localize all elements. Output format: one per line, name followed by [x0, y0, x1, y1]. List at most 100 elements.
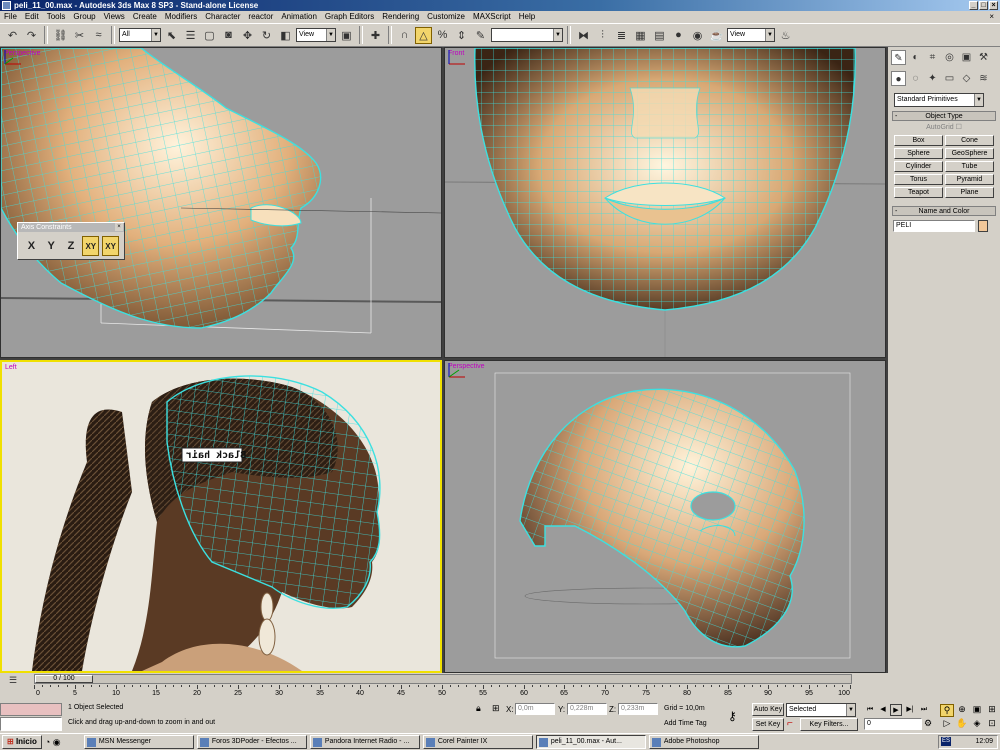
helpers-icon[interactable]: ◇: [959, 71, 974, 86]
lock-selection-icon[interactable]: 🔒︎: [476, 703, 481, 714]
close-icon[interactable]: ×: [115, 223, 123, 231]
mini-curve-editor-icon[interactable]: ☰: [6, 674, 20, 686]
menu-animation[interactable]: Animation: [281, 11, 317, 23]
maxscript-input[interactable]: [0, 717, 62, 731]
utilities-tab-icon[interactable]: ⚒: [976, 50, 991, 65]
object-color-swatch[interactable]: [978, 220, 988, 232]
create-tab-icon[interactable]: ✎: [891, 50, 906, 65]
undo-icon[interactable]: ↶: [4, 27, 21, 44]
reference-coordinate-dropdown[interactable]: View ▼: [296, 28, 336, 42]
task-pandora-radio[interactable]: Pandora Internet Radio - ...: [309, 735, 420, 749]
axis-xy-flyout-button[interactable]: XY: [102, 236, 120, 256]
zoom-all-icon[interactable]: ⊕: [955, 704, 969, 717]
menu-reactor[interactable]: reactor: [248, 11, 273, 23]
field-of-view-icon[interactable]: ▷: [940, 718, 954, 729]
menu-customize[interactable]: Customize: [427, 11, 465, 23]
teapot-button[interactable]: Teapot: [894, 187, 943, 198]
task-corel-painter[interactable]: Corel Painter IX: [422, 735, 533, 749]
primitive-type-dropdown[interactable]: Standard Primitives ▼: [894, 93, 984, 107]
menu-views[interactable]: Views: [104, 11, 125, 23]
menu-group[interactable]: Group: [73, 11, 95, 23]
shapes-icon[interactable]: ◌: [908, 71, 923, 86]
quick-launch-icon[interactable]: ◔ ◉: [45, 737, 61, 747]
percent-snap-icon[interactable]: %: [434, 27, 451, 44]
next-frame-icon[interactable]: ▶|: [904, 704, 916, 716]
maxscript-listener-mini[interactable]: [0, 703, 62, 716]
manipulate-icon[interactable]: ✚: [367, 27, 384, 44]
rectangular-selection-icon[interactable]: ▢: [201, 27, 218, 44]
menu-edit[interactable]: Edit: [25, 11, 39, 23]
play-icon[interactable]: ▶: [890, 704, 902, 716]
cameras-icon[interactable]: ▭: [942, 71, 957, 86]
menu-graph-editors[interactable]: Graph Editors: [325, 11, 374, 23]
zoom-extents-all-icon[interactable]: ⊞: [985, 704, 999, 717]
track-bar[interactable]: 0 5 10 15 20 25 30 35 40 45 50 55 60 65 70 75 80 85 90 95 10…: [34, 685, 852, 701]
task-foros-3dpoder[interactable]: Foros 3DPoder - Efectos ...: [196, 735, 307, 749]
material-editor-icon[interactable]: ●: [670, 27, 687, 44]
schematic-view-icon[interactable]: ▤: [651, 27, 668, 44]
set-key-button[interactable]: Set Key: [752, 718, 784, 731]
arc-rotate-icon[interactable]: ◈: [970, 718, 984, 729]
start-button[interactable]: ⊞ Inicio: [2, 735, 42, 749]
zoom-icon[interactable]: ⚲: [940, 704, 954, 717]
tube-button[interactable]: Tube: [945, 161, 994, 172]
task-photoshop[interactable]: Adobe Photoshop: [648, 735, 759, 749]
set-key-filter-icon[interactable]: ⌐: [787, 718, 793, 729]
auto-key-button[interactable]: Auto Key: [752, 703, 784, 716]
torus-button[interactable]: Torus: [894, 174, 943, 185]
redo-icon[interactable]: ↷: [23, 27, 40, 44]
menu-maxscript[interactable]: MAXScript: [473, 11, 511, 23]
render-type-dropdown[interactable]: View ▼: [727, 28, 775, 42]
menu-tools[interactable]: Tools: [47, 11, 66, 23]
axis-constraints-header[interactable]: Axis Constraints ×: [18, 223, 124, 232]
axis-constraints-toolbar[interactable]: Axis Constraints × X Y Z XY XY: [17, 222, 125, 260]
viewport-perspective-top-left[interactable]: Perspective: [0, 47, 442, 358]
select-object-icon[interactable]: ⬉: [163, 27, 180, 44]
snaps-toggle-icon[interactable]: ∩: [396, 27, 413, 44]
modify-tab-icon[interactable]: ◐: [908, 50, 923, 65]
pyramid-button[interactable]: Pyramid: [945, 174, 994, 185]
current-frame-field[interactable]: 0: [864, 718, 922, 730]
geosphere-button[interactable]: GeoSphere: [945, 148, 994, 159]
y-coordinate-field[interactable]: 0,228m: [567, 703, 607, 715]
menu-help[interactable]: Help: [519, 11, 535, 23]
minimize-button[interactable]: _: [969, 1, 978, 10]
unlink-icon[interactable]: ✂: [71, 27, 88, 44]
key-mode-dropdown[interactable]: Selected ▼: [786, 703, 856, 717]
menu-create[interactable]: Create: [133, 11, 157, 23]
viewport-front[interactable]: Front: [444, 47, 886, 358]
curve-editor-icon[interactable]: ▦: [632, 27, 649, 44]
teapot-render-icon[interactable]: ♨: [777, 27, 794, 44]
select-rotate-icon[interactable]: ↻: [258, 27, 275, 44]
select-move-icon[interactable]: ✥: [239, 27, 256, 44]
window-crossing-icon[interactable]: ◙: [220, 27, 237, 44]
bind-space-warp-icon[interactable]: ≈: [90, 27, 107, 44]
task-msn-messenger[interactable]: MSN Messenger: [83, 735, 194, 749]
zoom-extents-icon[interactable]: ▣: [970, 704, 984, 717]
menu-modifiers[interactable]: Modifiers: [165, 11, 197, 23]
x-coordinate-field[interactable]: 0,0m: [515, 703, 555, 715]
layer-manager-icon[interactable]: ≣: [613, 27, 630, 44]
pan-icon[interactable]: ✋: [955, 718, 969, 729]
motion-tab-icon[interactable]: ◎: [942, 50, 957, 65]
goto-start-icon[interactable]: ⏮: [864, 704, 876, 716]
key-icon[interactable]: ⚷: [728, 709, 737, 723]
display-tab-icon[interactable]: ▣: [959, 50, 974, 65]
add-time-tag-button[interactable]: Add Time Tag: [664, 720, 707, 727]
menu-character[interactable]: Character: [205, 11, 240, 23]
time-slider-thumb[interactable]: 0 / 100: [35, 675, 93, 683]
axis-xy-button[interactable]: XY: [82, 236, 100, 256]
geometry-icon[interactable]: ●: [891, 71, 906, 86]
viewport-perspective-bottom-right[interactable]: Perspective: [444, 360, 886, 673]
box-button[interactable]: Box: [894, 135, 943, 146]
object-type-rollout[interactable]: - Object Type: [892, 111, 996, 121]
axis-z-button[interactable]: Z: [63, 236, 80, 256]
maximize-viewport-icon[interactable]: ⊡: [985, 718, 999, 729]
mirror-icon[interactable]: ⧓: [575, 27, 592, 44]
goto-end-icon[interactable]: ⏭: [918, 704, 930, 716]
select-scale-icon[interactable]: ◧: [277, 27, 294, 44]
align-icon[interactable]: ⫶: [594, 27, 611, 44]
edit-named-selections-icon[interactable]: ✎: [472, 27, 489, 44]
key-filters-button[interactable]: Key Filters...: [800, 718, 858, 731]
sphere-button[interactable]: Sphere: [894, 148, 943, 159]
